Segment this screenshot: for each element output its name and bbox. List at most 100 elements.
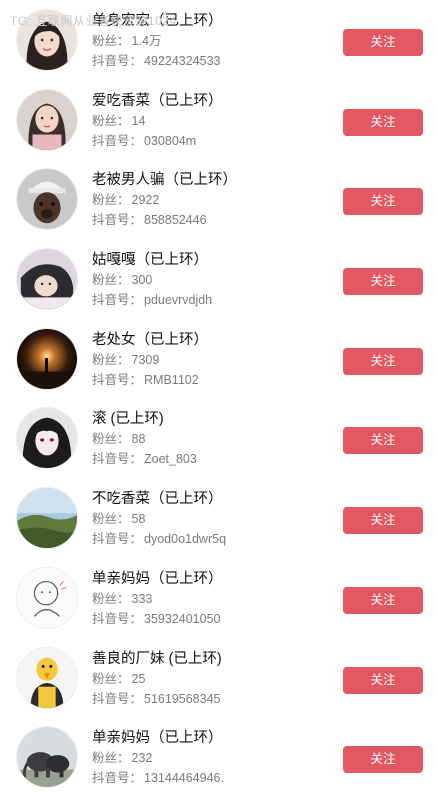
avatar[interactable] bbox=[16, 327, 78, 390]
list-item[interactable]: 单身宏宏（已上环） 粉丝： 1.4万 抖音号： 49224324533 关注 bbox=[0, 0, 438, 80]
list-item[interactable]: 善良的厂妹 (已上环) 粉丝： 25 抖音号： 51619568345 关注 bbox=[0, 638, 438, 718]
dog-in-hat-icon bbox=[17, 169, 77, 230]
douyin-id: 抖音号： pduevrvdjdh bbox=[92, 292, 332, 309]
douyin-id-value: 51619568345 bbox=[144, 691, 221, 706]
douyin-id: 抖音号： 13144464946. bbox=[92, 770, 332, 787]
fans-value: 232 bbox=[131, 751, 153, 766]
avatar[interactable] bbox=[16, 487, 78, 550]
follow-button[interactable]: 关注 bbox=[343, 188, 423, 216]
fans-value: 300 bbox=[131, 273, 153, 288]
douyin-id-value: 858852446 bbox=[144, 213, 207, 228]
anime-girl-icon bbox=[17, 408, 77, 469]
douyin-id-label: 抖音号： bbox=[92, 372, 143, 387]
fans-label: 粉丝： bbox=[92, 273, 130, 288]
follow-button[interactable]: 关注 bbox=[343, 108, 423, 136]
fans-label: 粉丝： bbox=[92, 671, 130, 686]
user-name[interactable]: 老处女（已上环） bbox=[92, 331, 332, 349]
fans-count: 粉丝： 14 bbox=[92, 113, 332, 130]
douyin-id-value: dyod0o1dwr5q bbox=[144, 532, 227, 547]
cartoon-sketch-icon bbox=[17, 567, 77, 628]
avatar[interactable] bbox=[16, 646, 78, 709]
follow-button[interactable]: 关注 bbox=[343, 586, 423, 614]
fans-count: 粉丝： 1.4万 bbox=[92, 33, 332, 50]
douyin-id: 抖音号： 858852446 bbox=[92, 212, 332, 229]
list-item[interactable]: 不吃香菜（已上环） 粉丝： 58 抖音号： dyod0o1dwr5q 关注 bbox=[0, 478, 438, 558]
avatar[interactable] bbox=[16, 407, 78, 470]
douyin-id-value: pduevrvdjdh bbox=[144, 293, 213, 308]
douyin-id-label: 抖音号： bbox=[92, 691, 143, 706]
douyin-id-label: 抖音号： bbox=[92, 452, 143, 467]
douyin-id-value: 35932401050 bbox=[144, 611, 221, 626]
douyin-id: 抖音号： RMB1102 bbox=[92, 372, 332, 389]
user-name[interactable]: 单身宏宏（已上环） bbox=[92, 12, 332, 30]
avatar[interactable] bbox=[16, 9, 78, 71]
fans-count: 粉丝： 333 bbox=[92, 591, 332, 608]
follow-button[interactable]: 关注 bbox=[343, 268, 423, 296]
avatar[interactable] bbox=[16, 566, 78, 629]
user-name[interactable]: 单亲妈妈（已上环） bbox=[92, 729, 332, 747]
avatar[interactable] bbox=[16, 88, 78, 151]
douyin-id-label: 抖音号： bbox=[92, 133, 143, 148]
follow-button[interactable]: 关注 bbox=[343, 666, 423, 694]
list-item[interactable]: 爱吃香菜（已上环） 粉丝： 14 抖音号： 030804m 关注 bbox=[0, 80, 438, 160]
list-item[interactable]: 老被男人骗（已上环） 粉丝： 2922 抖音号： 858852446 关注 bbox=[0, 159, 438, 239]
douyin-id: 抖音号： dyod0o1dwr5q bbox=[92, 531, 332, 548]
douyin-id-label: 抖音号： bbox=[92, 532, 143, 547]
woman-portrait-icon bbox=[17, 10, 77, 70]
list-item[interactable]: 单亲妈妈（已上环） 粉丝： 232 抖音号： 13144464946. 关注 bbox=[0, 717, 438, 797]
fans-count: 粉丝： 300 bbox=[92, 272, 332, 289]
user-name[interactable]: 滚 (已上环) bbox=[92, 410, 332, 428]
user-name[interactable]: 爱吃香菜（已上环） bbox=[92, 92, 332, 110]
fans-value: 333 bbox=[131, 591, 153, 606]
douyin-id-label: 抖音号： bbox=[92, 213, 143, 228]
avatar[interactable] bbox=[16, 726, 78, 789]
landscape-icon bbox=[17, 488, 77, 549]
douyin-id: 抖音号： 030804m bbox=[92, 133, 332, 150]
fans-value: 1.4万 bbox=[131, 34, 162, 48]
fans-label: 粉丝： bbox=[92, 751, 130, 766]
douyin-id-value: 49224324533 bbox=[144, 54, 221, 68]
douyin-id-label: 抖音号： bbox=[92, 54, 143, 68]
fans-label: 粉丝： bbox=[92, 193, 130, 208]
fans-label: 粉丝： bbox=[92, 352, 130, 367]
follow-button[interactable]: 关注 bbox=[343, 746, 423, 774]
user-name[interactable]: 老被男人骗（已上环） bbox=[92, 171, 332, 189]
user-name[interactable]: 善良的厂妹 (已上环) bbox=[92, 650, 332, 668]
douyin-id-value: Zoet_803 bbox=[144, 452, 197, 467]
fans-count: 粉丝： 58 bbox=[92, 511, 332, 528]
follow-button[interactable]: 关注 bbox=[343, 29, 423, 56]
douyin-id: 抖音号： Zoet_803 bbox=[92, 451, 332, 468]
douyin-id: 抖音号： 35932401050 bbox=[92, 611, 332, 628]
fans-count: 粉丝： 232 bbox=[92, 750, 332, 767]
list-item[interactable]: 滚 (已上环) 粉丝： 88 抖音号： Zoet_803 关注 bbox=[0, 398, 438, 478]
fans-count: 粉丝： 88 bbox=[92, 431, 332, 448]
fans-value: 14 bbox=[131, 113, 146, 128]
list-item[interactable]: 老处女（已上环） 粉丝： 7309 抖音号： RMB1102 关注 bbox=[0, 319, 438, 399]
douyin-id-label: 抖音号： bbox=[92, 293, 143, 308]
douyin-id-value: RMB1102 bbox=[144, 372, 199, 387]
duck-cartoon-icon bbox=[17, 647, 77, 708]
user-name[interactable]: 不吃香菜（已上环） bbox=[92, 490, 332, 508]
fans-label: 粉丝： bbox=[92, 591, 130, 606]
fans-value: 7309 bbox=[131, 352, 160, 367]
douyin-id-label: 抖音号： bbox=[92, 771, 143, 786]
girl-lying-icon bbox=[17, 249, 77, 310]
douyin-id-value: 13144464946. bbox=[144, 771, 224, 786]
douyin-id: 抖音号： 49224324533 bbox=[92, 53, 332, 70]
user-name[interactable]: 姑嘎嘎（已上环） bbox=[92, 251, 332, 269]
user-name[interactable]: 单亲妈妈（已上环） bbox=[92, 570, 332, 588]
follow-button[interactable]: 关注 bbox=[343, 347, 423, 375]
list-item[interactable]: 姑嘎嘎（已上环） 粉丝： 300 抖音号： pduevrvdjdh 关注 bbox=[0, 239, 438, 319]
list-item[interactable]: 单亲妈妈（已上环） 粉丝： 333 抖音号： 35932401050 关注 bbox=[0, 558, 438, 638]
fans-value: 58 bbox=[131, 512, 146, 527]
fans-label: 粉丝： bbox=[92, 34, 130, 48]
douyin-id-value: 030804m bbox=[144, 133, 197, 148]
follow-button[interactable]: 关注 bbox=[343, 427, 423, 455]
user-list: 单身宏宏（已上环） 粉丝： 1.4万 抖音号： 49224324533 关注 爱吃香… bbox=[0, 0, 438, 797]
fans-label: 粉丝： bbox=[92, 512, 130, 527]
avatar[interactable] bbox=[16, 248, 78, 311]
woman-portrait-icon bbox=[17, 89, 77, 150]
follow-button[interactable]: 关注 bbox=[343, 507, 423, 535]
avatar[interactable] bbox=[16, 168, 78, 231]
fans-value: 25 bbox=[131, 671, 146, 686]
